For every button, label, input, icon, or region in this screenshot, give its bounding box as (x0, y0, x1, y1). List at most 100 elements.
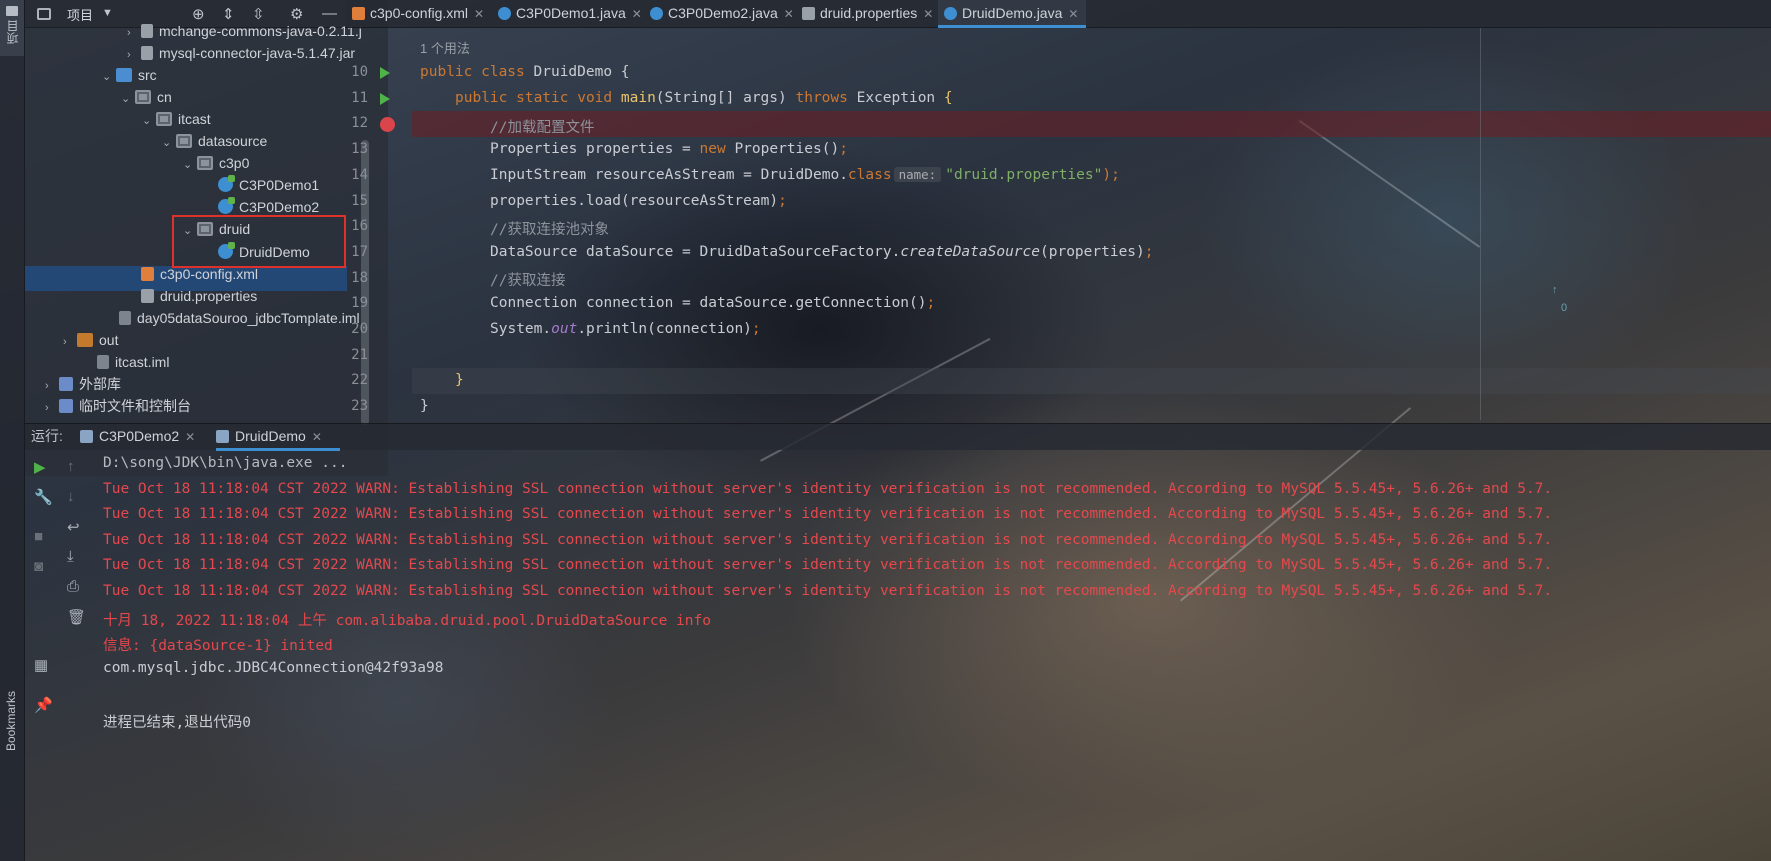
code-line-20: System.out.println(connection); (490, 321, 761, 337)
chevron-right-icon[interactable]: › (63, 330, 77, 355)
rerun-icon[interactable]: ▶ (34, 458, 46, 476)
keyword: public class (420, 64, 534, 80)
console-line: 信息: {dataSource-1} inited (103, 638, 333, 655)
xml-file-icon (352, 7, 365, 20)
close-icon[interactable]: ✕ (312, 430, 322, 444)
folder-icon (6, 6, 18, 16)
scroll-to-end-icon[interactable]: ⤓ (67, 548, 74, 565)
code-text: Properties properties = (490, 141, 700, 157)
package-icon (135, 90, 151, 104)
up-arrow-icon[interactable]: ↑ (67, 458, 75, 475)
console-line: 十月 18, 2022 11:18:04 上午 com.alibaba.drui… (103, 612, 711, 629)
exception-type: Exception (856, 90, 944, 106)
chevron-down-icon[interactable]: ⌄ (142, 109, 156, 134)
usage-hint: 1 个用法 (420, 41, 470, 56)
line-number: 18 (351, 269, 368, 286)
inspection-up-icon[interactable]: ↑ (1552, 284, 1558, 296)
left-tool-strip: 项目 Bookmarks (0, 0, 25, 861)
tree-item[interactable]: › 临时文件和控制台 (45, 394, 191, 419)
pin-icon[interactable]: 📌 (34, 696, 53, 714)
code-text: (properties) (1040, 244, 1145, 260)
tab-c3p0demo2-java[interactable]: C3P0Demo2.java ✕ (644, 0, 796, 28)
line-number: 14 (351, 166, 368, 183)
close-icon[interactable]: ✕ (1068, 7, 1078, 21)
line-number: 23 (351, 398, 368, 415)
close-icon[interactable]: ✕ (632, 7, 642, 21)
run-tab-c3p0demo2[interactable]: C3P0Demo2 ✕ (80, 424, 210, 451)
soft-wrap-icon[interactable]: ↩ (67, 518, 80, 536)
params: (String[] args) (655, 90, 796, 106)
tree-item-label: itcast (178, 111, 211, 127)
iml-file-icon (97, 355, 109, 369)
line-number: 20 (351, 321, 368, 337)
wrench-icon[interactable]: 🔧 (34, 488, 53, 506)
console-line: Tue Oct 18 11:18:04 CST 2022 WARN: Estab… (103, 583, 1553, 599)
code-line-14: InputStream resourceAsStream = DruidDemo… (490, 167, 1120, 183)
tree-item-label: c3p0 (219, 155, 250, 171)
project-tool-tab[interactable]: 项目 (0, 0, 24, 56)
console-line: com.mysql.jdbc.JDBC4Connection@42f93a98 (103, 659, 444, 676)
code-line-23: } (420, 398, 429, 414)
close-icon[interactable]: ✕ (474, 7, 484, 21)
run-config-icon (216, 430, 229, 443)
semicolon: ; (751, 321, 761, 337)
code-editor[interactable]: 1 个用法 public class DruidDemo { public st… (412, 28, 1771, 420)
trash-icon[interactable]: 🗑 (67, 608, 86, 626)
close-icon[interactable]: ✕ (185, 430, 195, 444)
console-output[interactable]: D:\song\JDK\bin\java.exe ... Tue Oct 18 1… (97, 450, 1771, 861)
java-class-icon (498, 7, 511, 20)
line-number: 12 (351, 115, 368, 132)
close-icon[interactable]: ✕ (923, 7, 933, 21)
iml-file-icon (119, 311, 131, 325)
code-text: .println(connection) (577, 321, 752, 337)
chevron-right-icon[interactable]: › (45, 396, 59, 421)
tab-druid-properties[interactable]: druid.properties ✕ (796, 0, 938, 28)
bookmarks-tool-tab[interactable]: Bookmarks (0, 685, 24, 861)
semicolon: ); (1102, 167, 1120, 183)
code-text: properties.load(resourceAsStream) (490, 193, 779, 209)
tree-item[interactable]: › mysql-connector-java-5.1.47.jar (127, 41, 355, 66)
chevron-down-icon[interactable]: ⌄ (102, 65, 116, 90)
chevron-down-icon[interactable]: ▼ (102, 7, 113, 19)
chevron-down-icon[interactable]: ⌄ (121, 87, 135, 112)
chevron-down-icon[interactable]: ⌄ (162, 131, 176, 156)
line-number: 17 (351, 243, 368, 260)
run-label: 运行: (31, 428, 63, 444)
tab-c3p0-config-xml[interactable]: c3p0-config.xml ✕ (346, 0, 488, 28)
tree-item[interactable]: day05dataSouroo_jdbcTomplate.iml (105, 306, 360, 331)
semicolon: ; (778, 193, 787, 209)
code-text: Connection connection = dataSource.getCo… (490, 295, 927, 311)
down-arrow-icon[interactable]: ↓ (67, 488, 75, 505)
tab-druiddemo-java[interactable]: DruidDemo.java ✕ (938, 0, 1086, 28)
editor-gutter: 10 11 12 13 14 15 16 17 18 19 20 21 22 23 (346, 28, 410, 420)
run-class-icon[interactable] (380, 67, 390, 79)
stop-icon[interactable]: ■ (34, 528, 43, 545)
package-icon (156, 112, 172, 126)
breakpoint-icon[interactable] (380, 117, 395, 132)
code-line-10: public class DruidDemo { (420, 64, 630, 80)
method-name: main (620, 90, 656, 106)
run-tab-druiddemo[interactable]: DruidDemo ✕ (216, 424, 340, 451)
run-config-icon (80, 430, 93, 443)
code-line-22: } (455, 372, 464, 388)
jar-icon (141, 46, 153, 60)
tab-label: C3P0Demo2.java (668, 5, 778, 21)
chevron-down-icon[interactable]: ⌄ (183, 153, 197, 178)
run-main-icon[interactable] (380, 93, 390, 105)
static-field: out (551, 321, 578, 337)
editor-tab-bar: c3p0-config.xml ✕ C3P0Demo1.java ✕ C3P0Dem… (346, 0, 1771, 28)
tab-c3p0demo1-java[interactable]: C3P0Demo1.java ✕ (492, 0, 644, 28)
code-line-11: public static void main(String[] args) t… (455, 90, 953, 106)
layout-icon[interactable]: ▦ (34, 656, 48, 674)
camera-icon[interactable]: ◙ (34, 558, 43, 575)
close-icon[interactable]: ✕ (784, 7, 794, 21)
source-folder-icon (116, 68, 132, 82)
line-number: 13 (351, 141, 368, 158)
line-number: 11 (351, 89, 368, 106)
editor-right-margin (1480, 28, 1481, 420)
print-icon[interactable]: ⎙ (67, 578, 79, 595)
code-line-13: Properties properties = new Properties()… (490, 141, 848, 157)
xml-file-icon (141, 267, 154, 281)
tree-item-label: C3P0Demo2 (239, 199, 320, 215)
console-line: 进程已结束,退出代码0 (103, 715, 251, 731)
